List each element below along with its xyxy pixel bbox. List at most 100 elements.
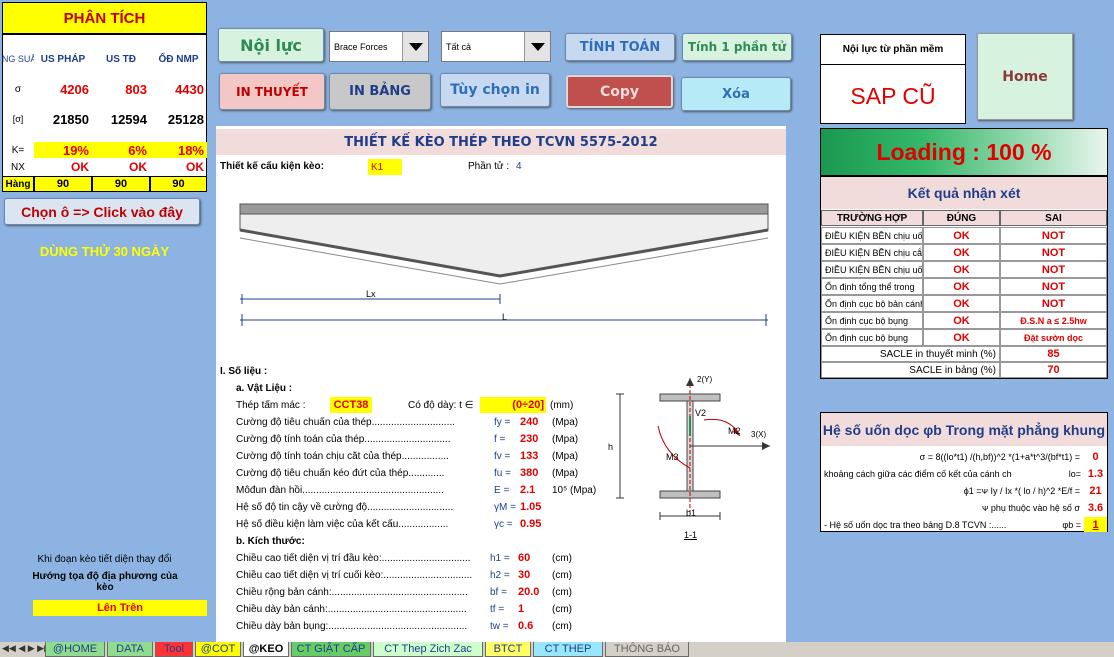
results-header-fail: SAI — [1000, 210, 1107, 226]
material-prop-symbol: fy = — [494, 417, 511, 428]
chevron-down-icon[interactable] — [524, 32, 550, 61]
material-prop-value: 133 — [520, 450, 539, 462]
material-prop-label: Cường độ tiêu chuẩn của thép............… — [236, 417, 455, 428]
print-table-button[interactable]: IN BẢNG — [329, 73, 431, 110]
calculate-one-button[interactable]: Tính 1 phần tử — [682, 33, 792, 61]
hang-normal: 90 — [34, 176, 92, 192]
steel-grade-label: Thép tấm mác : — [236, 400, 306, 411]
sheet-tab[interactable]: @COT — [195, 642, 241, 657]
sap-value[interactable]: SAP CŨ — [821, 70, 965, 122]
scale-report-label: SACLE in thuyết minh (%) — [821, 346, 1000, 362]
dimension-label: Chiều cao tiết diện vị trí cuối kèo:....… — [236, 570, 473, 581]
material-prop-symbol: γc = — [494, 519, 513, 530]
material-prop-label: Cường độ tính toán chịu cắt của thép....… — [236, 451, 449, 462]
trial-text: DÙNG THỬ 30 NGÀY — [39, 243, 170, 259]
material-prop-value: 1.05 — [520, 501, 542, 513]
thickness-value: (0÷20] — [480, 397, 546, 413]
thickness-label: Có độ dày: t ∈ — [408, 400, 474, 411]
home-button[interactable]: Home — [977, 33, 1073, 120]
dimension-label: Chiều dày bản bụng:.....................… — [236, 621, 468, 632]
loading-status: Loading : 100 % — [820, 128, 1108, 176]
nx-shear: OK — [129, 160, 147, 174]
sheet-tab[interactable]: CT GIẬT CẤP — [291, 642, 371, 657]
header-stability: ỔĐ NMP — [158, 53, 199, 65]
material-prop-symbol: E = — [494, 485, 510, 496]
position-button[interactable]: Lên Trên — [33, 600, 207, 616]
material-heading: a. Vật Liệu : — [236, 383, 293, 394]
result-row-name: Ổn định cục bộ bản cánh — [821, 295, 923, 312]
hang-shear: 90 — [92, 176, 150, 192]
header-normal: US PHÁP — [40, 53, 86, 65]
note-tapered: Khi đoạn kèo tiết diện thay đổi — [37, 553, 172, 565]
design-value[interactable]: K1 — [368, 159, 402, 175]
buckling-row-symbol: φb = — [1062, 519, 1081, 530]
result-row-ok: OK — [923, 295, 1000, 312]
buckling-row-symbol: lo= — [1068, 468, 1081, 479]
axis-2-label: 2(Y) — [697, 375, 713, 384]
nx-normal: OK — [71, 160, 89, 174]
header-stress: ỨNG SUẤT — [2, 54, 34, 64]
sigma-normal: 4206 — [60, 81, 89, 97]
steel-grade-value[interactable]: CCT38 — [330, 397, 372, 413]
print-report-button[interactable]: IN THUYẾT — [219, 73, 325, 110]
dimension-unit: (cm) — [552, 621, 572, 632]
print-options-button[interactable]: Tùy chọn in — [440, 73, 550, 107]
result-row-fail: NOT — [1000, 278, 1107, 295]
sheet-tab[interactable]: THÔNG BÁO — [605, 642, 689, 657]
copy-button[interactable]: Copy — [566, 75, 673, 108]
sheet-tab[interactable]: DATA — [107, 642, 153, 657]
buckling-row-label: ᴪ phụ thuộc vào hệ số σ — [981, 502, 1080, 513]
dimension-label: Chiều dày bản cánh:.....................… — [236, 604, 467, 615]
force-type-select[interactable]: Brace Forces — [329, 31, 429, 62]
result-row-name: ĐIỀU KIỆN BỀN chịu uốn cắt — [821, 261, 923, 278]
dimension-unit: (cm) — [552, 587, 572, 598]
result-row-name: Ổn định cục bộ bụng — [821, 329, 923, 346]
sheet-tab[interactable]: @KEO — [243, 642, 289, 657]
lx-label: Lx — [366, 289, 376, 299]
chevron-down-icon[interactable] — [402, 32, 428, 61]
internal-force-button[interactable]: Nội lực — [218, 28, 324, 62]
result-row-fail: NOT — [1000, 227, 1107, 244]
sheet-tab[interactable]: CT Thep Zich Zac — [373, 642, 483, 657]
dims-heading: b. Kích thước: — [236, 536, 305, 547]
material-prop-symbol: f = — [494, 434, 506, 445]
material-prop-unit: (Mpa) — [552, 417, 579, 428]
result-row-ok: OK — [923, 244, 1000, 261]
sheet-tab[interactable]: @HOME — [45, 642, 105, 657]
result-row-ok: OK — [923, 278, 1000, 295]
m2-label: M2 — [728, 426, 741, 436]
scale-table-value[interactable]: 70 — [1000, 362, 1107, 378]
material-prop-label: Hệ số độ tin cậy về cường độ............… — [236, 502, 454, 513]
material-prop-label: Cường độ tính toán của thép.............… — [236, 434, 451, 445]
calculate-button[interactable]: TÍNH TOÁN — [565, 33, 675, 61]
element-value: 4 — [516, 161, 522, 172]
result-row-fail: Đặt sườn dọc — [1000, 329, 1107, 346]
result-row-name: Ổn định cục bộ bụng — [821, 312, 923, 329]
axis-3-label: 3(X) — [751, 430, 767, 439]
scale-report-value[interactable]: 85 — [1000, 346, 1107, 362]
sap-label: Nội lực từ phần mềm — [821, 35, 965, 65]
truss-drawing — [239, 203, 769, 326]
dimension-symbol: tw = — [490, 621, 509, 632]
result-row-fail: NOT — [1000, 244, 1107, 261]
delete-button[interactable]: Xóa — [681, 77, 791, 111]
choose-cell-button[interactable]: Chọn ô => Click vào đây — [4, 198, 200, 225]
dimension-symbol: h1 = — [490, 553, 510, 564]
result-row-ok: OK — [923, 329, 1000, 346]
tab-scroll-arrows[interactable]: ◀◀ ◀ ▶ ▶▶ — [2, 643, 51, 654]
element-filter-select[interactable]: Tất cả — [441, 31, 551, 62]
buckling-title: Hệ số uốn dọc φb Trong mặt phẳng khung — [821, 413, 1107, 446]
buckling-row-label: ϕ1 =ᴪ Iy / Ix *( lo / h)^2 *E/f = — [963, 485, 1080, 496]
sheet-tab[interactable]: CT THEP — [533, 642, 603, 657]
sheet-tab[interactable]: Tool — [155, 642, 193, 657]
result-row-fail: NOT — [1000, 261, 1107, 278]
buckling-row-value: 0 — [1092, 450, 1099, 463]
material-prop-unit: (Mpa) — [552, 434, 579, 445]
material-prop-label: Môđun đàn hồi...........................… — [236, 485, 444, 496]
allow-stability: 25128 — [167, 111, 204, 127]
result-row-ok: OK — [923, 261, 1000, 278]
sheet-tab[interactable]: BTCT — [485, 642, 531, 657]
allow-normal: 21850 — [52, 111, 89, 127]
dimension-unit: (cm) — [552, 553, 572, 564]
k-shear: 6% — [92, 142, 150, 158]
